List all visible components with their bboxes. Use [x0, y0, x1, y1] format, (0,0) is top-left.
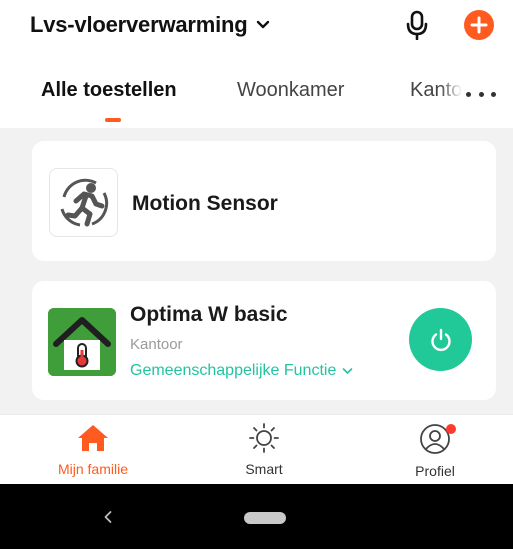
tab-alle-toestellen[interactable]: Alle toestellen: [41, 79, 177, 102]
more-dot-icon: [478, 91, 484, 97]
nav-label: Profiel: [415, 463, 455, 479]
add-device-button[interactable]: [464, 10, 494, 40]
common-function-dropdown[interactable]: Gemeenschappelijke Functie: [130, 362, 353, 380]
home-selector[interactable]: Lvs-vloerverwarming: [30, 10, 270, 40]
add-plus-icon: [470, 16, 488, 34]
bottom-navigation: Mijn familie Smart Profiel: [0, 414, 513, 484]
nav-mijn-familie[interactable]: Mijn familie: [38, 423, 148, 483]
power-icon: [430, 328, 451, 351]
power-toggle-button[interactable]: [409, 308, 472, 371]
back-chevron-icon: [104, 511, 112, 523]
system-back-button[interactable]: [100, 508, 116, 526]
device-name: Motion Sensor: [132, 192, 278, 215]
system-home-pill[interactable]: [244, 512, 286, 524]
device-room: Kantoor: [130, 336, 183, 353]
nav-profiel[interactable]: Profiel: [380, 423, 490, 483]
room-tabs: Alle toestellen Woonkamer Kantoor: [0, 76, 513, 116]
system-navigation-bar: [0, 484, 513, 549]
notification-dot: [446, 424, 456, 434]
motion-sensor-icon: [49, 168, 118, 237]
common-function-label: Gemeenschappelijke Functie: [130, 362, 337, 379]
more-dot-icon: [491, 91, 496, 97]
device-card-motion-sensor[interactable]: Motion Sensor: [32, 141, 496, 261]
home-name: Lvs-vloerverwarming: [30, 12, 248, 37]
thermostat-house-icon: [48, 308, 116, 376]
more-dot-icon: [466, 91, 471, 97]
microphone-icon: [406, 10, 428, 40]
tab-woonkamer[interactable]: Woonkamer: [237, 79, 344, 102]
nav-label: Smart: [245, 461, 283, 477]
nav-label: Mijn familie: [57, 461, 128, 477]
more-tabs-button[interactable]: [466, 84, 496, 104]
sun-icon: [249, 423, 279, 453]
nav-smart[interactable]: Smart: [209, 423, 319, 483]
active-tab-indicator: [105, 118, 121, 122]
home-icon: [78, 425, 108, 451]
chevron-down-icon: [256, 20, 270, 30]
device-card-optima-w-basic[interactable]: Optima W basic Kantoor Gemeenschappelijk…: [32, 281, 496, 400]
chevron-down-icon: [342, 367, 353, 375]
device-name: Optima W basic: [130, 303, 288, 326]
microphone-button[interactable]: [403, 9, 431, 41]
